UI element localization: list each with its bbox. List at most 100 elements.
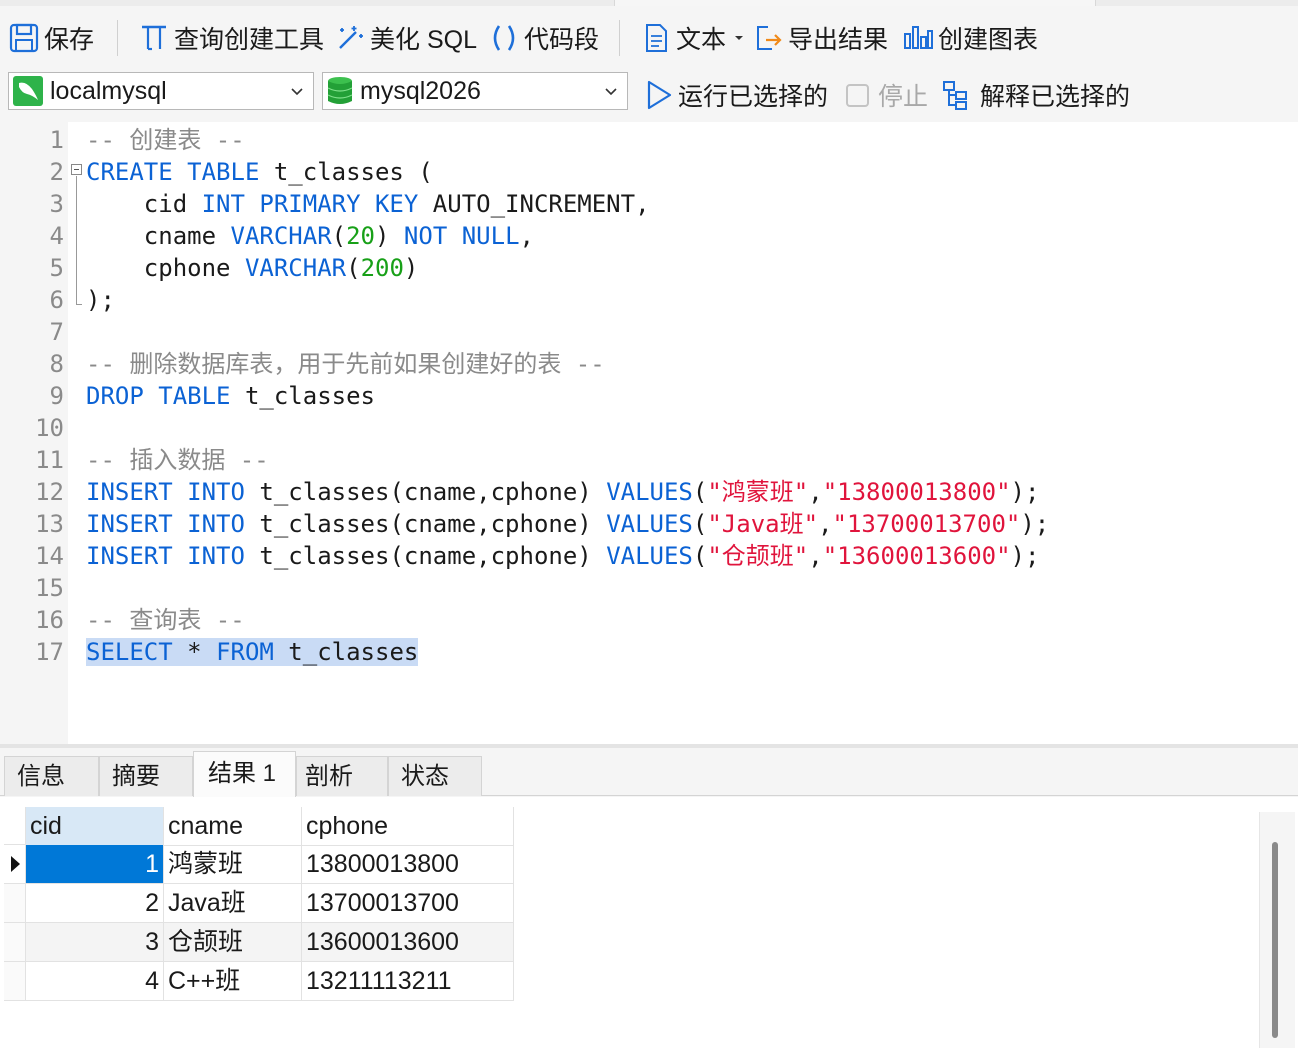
beautify-sql-label: 美化 SQL <box>370 26 477 54</box>
cell-cphone[interactable]: 13600013600 <box>302 923 514 962</box>
result-tabs: 信息 摘要 结果 1 剖析 状态 <box>0 748 1298 797</box>
cell-cid[interactable]: 4 <box>26 962 164 1001</box>
sql-comment: -- 插入数据 -- <box>86 446 269 474</box>
code-line-4: cname VARCHAR(20) NOT NULL, <box>86 220 534 252</box>
explain-selected-button[interactable]: 解释已选择的 <box>942 75 1130 115</box>
explain-selected-label: 解释已选择的 <box>980 83 1131 111</box>
stop-button[interactable]: 停止 <box>844 75 928 115</box>
database-select[interactable]: mysql2026 <box>322 72 628 110</box>
cell-cname[interactable]: 鸿蒙班 <box>164 845 302 884</box>
current-row-arrow-icon <box>11 856 20 872</box>
row-indicator[interactable] <box>4 923 26 962</box>
scrollbar-thumb[interactable] <box>1272 842 1278 1038</box>
sql-string: "13700013700" <box>832 510 1021 538</box>
line-number: 2 <box>49 158 64 186</box>
sql-string: "13600013600" <box>822 542 1011 570</box>
sql-keyword: INSERT INTO <box>86 510 245 538</box>
text-mode-dropdown[interactable]: 文本 <box>640 18 750 58</box>
sql-comment: -- 查询表 -- <box>86 606 245 634</box>
sql-keyword: VALUES <box>606 478 693 506</box>
cell-cname[interactable]: Java班 <box>164 884 302 923</box>
cell-cname[interactable]: C++班 <box>164 962 302 1001</box>
sql-keyword: CREATE TABLE <box>86 158 260 186</box>
sql-keyword: VALUES <box>606 542 693 570</box>
save-button[interactable]: 保存 <box>8 18 94 58</box>
chevron-down-icon <box>291 88 303 96</box>
sql-editor[interactable]: 1 2 3 4 5 6 7 8 9 10 11 12 13 14 15 16 17 -- 创建表 -- CREA… <box>0 122 1298 744</box>
code-line-8: -- 删除数据库表，用于先前如果创建好的表 -- <box>86 348 605 380</box>
code-line-1: -- 创建表 -- <box>86 124 245 156</box>
code-line-5: cphone VARCHAR(200) <box>86 252 419 284</box>
line-number: 16 <box>35 606 64 634</box>
connection-select[interactable]: localmysql <box>8 72 314 110</box>
sql-keyword: SELECT <box>86 638 173 666</box>
stop-label: 停止 <box>878 83 929 111</box>
tab-profile[interactable]: 剖析 <box>296 756 388 796</box>
line-number: 5 <box>49 254 64 282</box>
selected-text: SELECT * FROM t_classes <box>86 638 419 666</box>
code-line-11: -- 插入数据 -- <box>86 444 269 476</box>
connection-toolbar: localmysql mysql2026 运行已选择的 停止 解释已选择的 <box>0 68 1298 122</box>
sql-text: , <box>519 222 534 250</box>
line-number: 8 <box>49 350 64 378</box>
sql-keyword: VARCHAR <box>230 222 332 250</box>
cell-cname[interactable]: 仓颉班 <box>164 923 302 962</box>
caret-down-icon <box>735 36 744 40</box>
sql-text: , <box>818 510 833 538</box>
column-header-cphone[interactable]: cphone <box>302 807 514 846</box>
row-indicator[interactable] <box>4 962 26 1001</box>
sql-comment: -- 创建表 -- <box>86 126 245 154</box>
sql-text: , <box>808 478 823 506</box>
save-label: 保存 <box>44 26 95 54</box>
save-icon <box>9 23 39 53</box>
cell-cphone[interactable]: 13800013800 <box>302 845 514 884</box>
sql-text: ( <box>692 542 708 570</box>
cell-cphone[interactable]: 13211113211 <box>302 962 514 1001</box>
row-indicator[interactable] <box>4 884 26 923</box>
document-icon <box>646 24 667 52</box>
export-results-button[interactable]: 导出结果 <box>752 18 888 58</box>
connection-value: localmysql <box>50 76 167 105</box>
line-number: 13 <box>35 510 64 538</box>
parentheses-icon <box>493 25 515 51</box>
run-selected-label: 运行已选择的 <box>678 83 829 111</box>
cell-cid[interactable]: 2 <box>26 884 164 923</box>
run-selected-button[interactable]: 运行已选择的 <box>644 75 828 115</box>
beautify-sql-button[interactable]: 美化 SQL <box>334 18 477 58</box>
sql-text: , <box>808 542 823 570</box>
database-icon <box>327 77 353 104</box>
line-number: 1 <box>49 126 64 154</box>
tab-result-1[interactable]: 结果 1 <box>193 751 296 797</box>
line-number: 11 <box>35 446 64 474</box>
toolbar-divider <box>619 20 620 56</box>
column-header-cname[interactable]: cname <box>164 807 302 846</box>
query-builder-icon <box>142 25 166 51</box>
result-grid: cid cname cphone 1 鸿蒙班 13800013800 2 Jav… <box>0 797 1298 1048</box>
sql-text: t_classes(cname,cphone) <box>244 542 607 570</box>
create-chart-button[interactable]: 创建图表 <box>902 18 1038 58</box>
sql-string: "鸿蒙班" <box>707 478 809 506</box>
play-icon <box>647 80 672 110</box>
sql-text: cname <box>86 222 231 250</box>
line-number: 17 <box>35 638 64 666</box>
code-snippet-button[interactable]: 代码段 <box>488 18 599 58</box>
cell-cid[interactable]: 3 <box>26 923 164 962</box>
code-line-14: INSERT INTO t_classes(cname,cphone) VALU… <box>86 540 1039 572</box>
cell-cid[interactable]: 1 <box>26 845 164 884</box>
tab-status[interactable]: 状态 <box>388 756 482 796</box>
query-builder-button[interactable]: 查询创建工具 <box>138 18 324 58</box>
sql-string: "Java班" <box>707 510 819 538</box>
fold-collapse-icon[interactable] <box>71 164 82 175</box>
code-snippet-label: 代码段 <box>524 26 600 54</box>
create-chart-label: 创建图表 <box>938 26 1039 54</box>
code-line-16: -- 查询表 -- <box>86 604 245 636</box>
sql-text: AUTO_INCREMENT, <box>418 190 650 218</box>
sql-text: ( <box>331 222 347 250</box>
column-header-cid[interactable]: cid <box>26 807 164 846</box>
cell-cphone[interactable]: 13700013700 <box>302 884 514 923</box>
sql-text: ( <box>346 254 361 282</box>
tab-summary[interactable]: 摘要 <box>99 756 193 796</box>
code-line-3: cid INT PRIMARY KEY AUTO_INCREMENT, <box>86 188 650 220</box>
row-indicator[interactable] <box>4 845 26 884</box>
tab-info[interactable]: 信息 <box>4 756 99 796</box>
